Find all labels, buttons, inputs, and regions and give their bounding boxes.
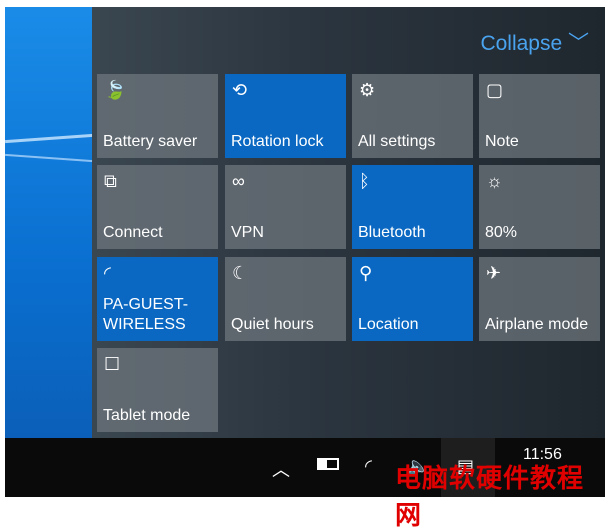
tile-label: VPN: [231, 224, 264, 241]
rotation-lock-icon: ⟲: [232, 80, 248, 100]
leaf-icon: 🍃: [104, 80, 127, 100]
connect-icon: ⧉: [104, 171, 117, 191]
tile-battery-saver[interactable]: 🍃 Battery saver: [97, 74, 218, 158]
tile-label: Battery saver: [103, 133, 198, 150]
tile-label: PA-GUEST- WIRELESS: [103, 296, 189, 333]
tile-rotation-lock[interactable]: ⟲ Rotation lock: [225, 74, 346, 158]
wifi-icon[interactable]: ◜: [365, 456, 372, 477]
tile-label: Connect: [103, 224, 163, 241]
tile-airplane-mode[interactable]: ✈ Airplane mode: [479, 257, 600, 341]
tile-pa-guest-wireless[interactable]: ◜ PA-GUEST- WIRELESS: [97, 257, 218, 341]
tile-label: Rotation lock: [231, 133, 324, 150]
tile-label: Bluetooth: [358, 224, 426, 241]
tile-label: Airplane mode: [485, 316, 589, 333]
airplane-icon: ✈: [486, 263, 502, 283]
bluetooth-icon: ᛒ: [359, 171, 370, 191]
tile-label: Location: [358, 316, 419, 333]
tile-vpn[interactable]: ∞ VPN: [225, 165, 346, 249]
tile-note[interactable]: ▢ Note: [479, 74, 600, 158]
moon-icon: ☾: [232, 263, 249, 283]
chevron-up-icon[interactable]: ︿: [272, 456, 290, 482]
collapse-button[interactable]: Collapse ﹀: [480, 27, 589, 57]
tile-label: Quiet hours: [231, 316, 314, 333]
note-icon: ▢: [486, 80, 504, 100]
tile-label: Tablet mode: [103, 407, 191, 424]
tile-label: All settings: [358, 133, 436, 150]
location-icon: ⚲: [359, 263, 373, 283]
tile-location[interactable]: ⚲ Location: [352, 257, 473, 341]
tile-connect[interactable]: ⧉ Connect: [97, 165, 218, 249]
tile-bluetooth[interactable]: ᛒ Bluetooth: [352, 165, 473, 249]
tile-label: 80%: [485, 224, 518, 241]
chevron-down-icon: ﹀: [568, 32, 589, 55]
vpn-icon: ∞: [232, 171, 245, 191]
desktop-background: [5, 7, 93, 438]
battery-icon[interactable]: [317, 458, 339, 470]
tile-all-settings[interactable]: ⚙ All settings: [352, 74, 473, 158]
gear-icon: ⚙: [359, 80, 376, 100]
wifi-icon: ◜: [104, 263, 111, 283]
collapse-label: Collapse: [480, 32, 563, 55]
brightness-icon: ☼: [486, 171, 503, 191]
tile-80[interactable]: ☼ 80%: [479, 165, 600, 249]
tile-quiet-hours[interactable]: ☾ Quiet hours: [225, 257, 346, 341]
watermark: 电脑软硬件教程网: [395, 463, 585, 530]
tile-label: Note: [485, 133, 519, 150]
tile-tablet-mode[interactable]: ☐ Tablet mode: [97, 348, 218, 432]
tablet-mode-icon: ☐: [104, 354, 121, 374]
